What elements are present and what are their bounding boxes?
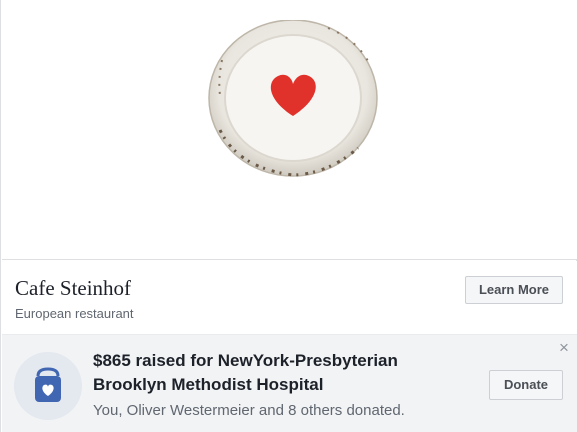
learn-more-button[interactable]: Learn More <box>465 276 563 304</box>
fundraiser-banner: $865 raised for NewYork-Presbyterian Bro… <box>2 334 577 432</box>
fundraiser-title[interactable]: $865 raised for NewYork-Presbyterian Bro… <box>93 349 453 397</box>
ad-page-info: Cafe Steinhof European restaurant Learn … <box>2 261 577 334</box>
ad-image[interactable] <box>2 0 577 260</box>
page-name-link[interactable]: Cafe Steinhof <box>15 276 131 301</box>
post-card: Cafe Steinhof European restaurant Learn … <box>0 0 577 432</box>
plate-image <box>208 19 378 180</box>
fundraiser-title-line1: $865 raised for NewYork-Presbyterian <box>93 351 398 370</box>
donors-summary[interactable]: You, Oliver Westermeier and 8 others don… <box>93 402 405 419</box>
page-category: European restaurant <box>15 306 134 321</box>
donation-bag-icon <box>35 367 61 402</box>
fundraiser-title-line2: Brooklyn Methodist Hospital <box>93 375 324 394</box>
fundraiser-badge <box>14 352 82 420</box>
close-icon[interactable]: × <box>556 339 572 356</box>
donate-button[interactable]: Donate <box>489 370 563 400</box>
